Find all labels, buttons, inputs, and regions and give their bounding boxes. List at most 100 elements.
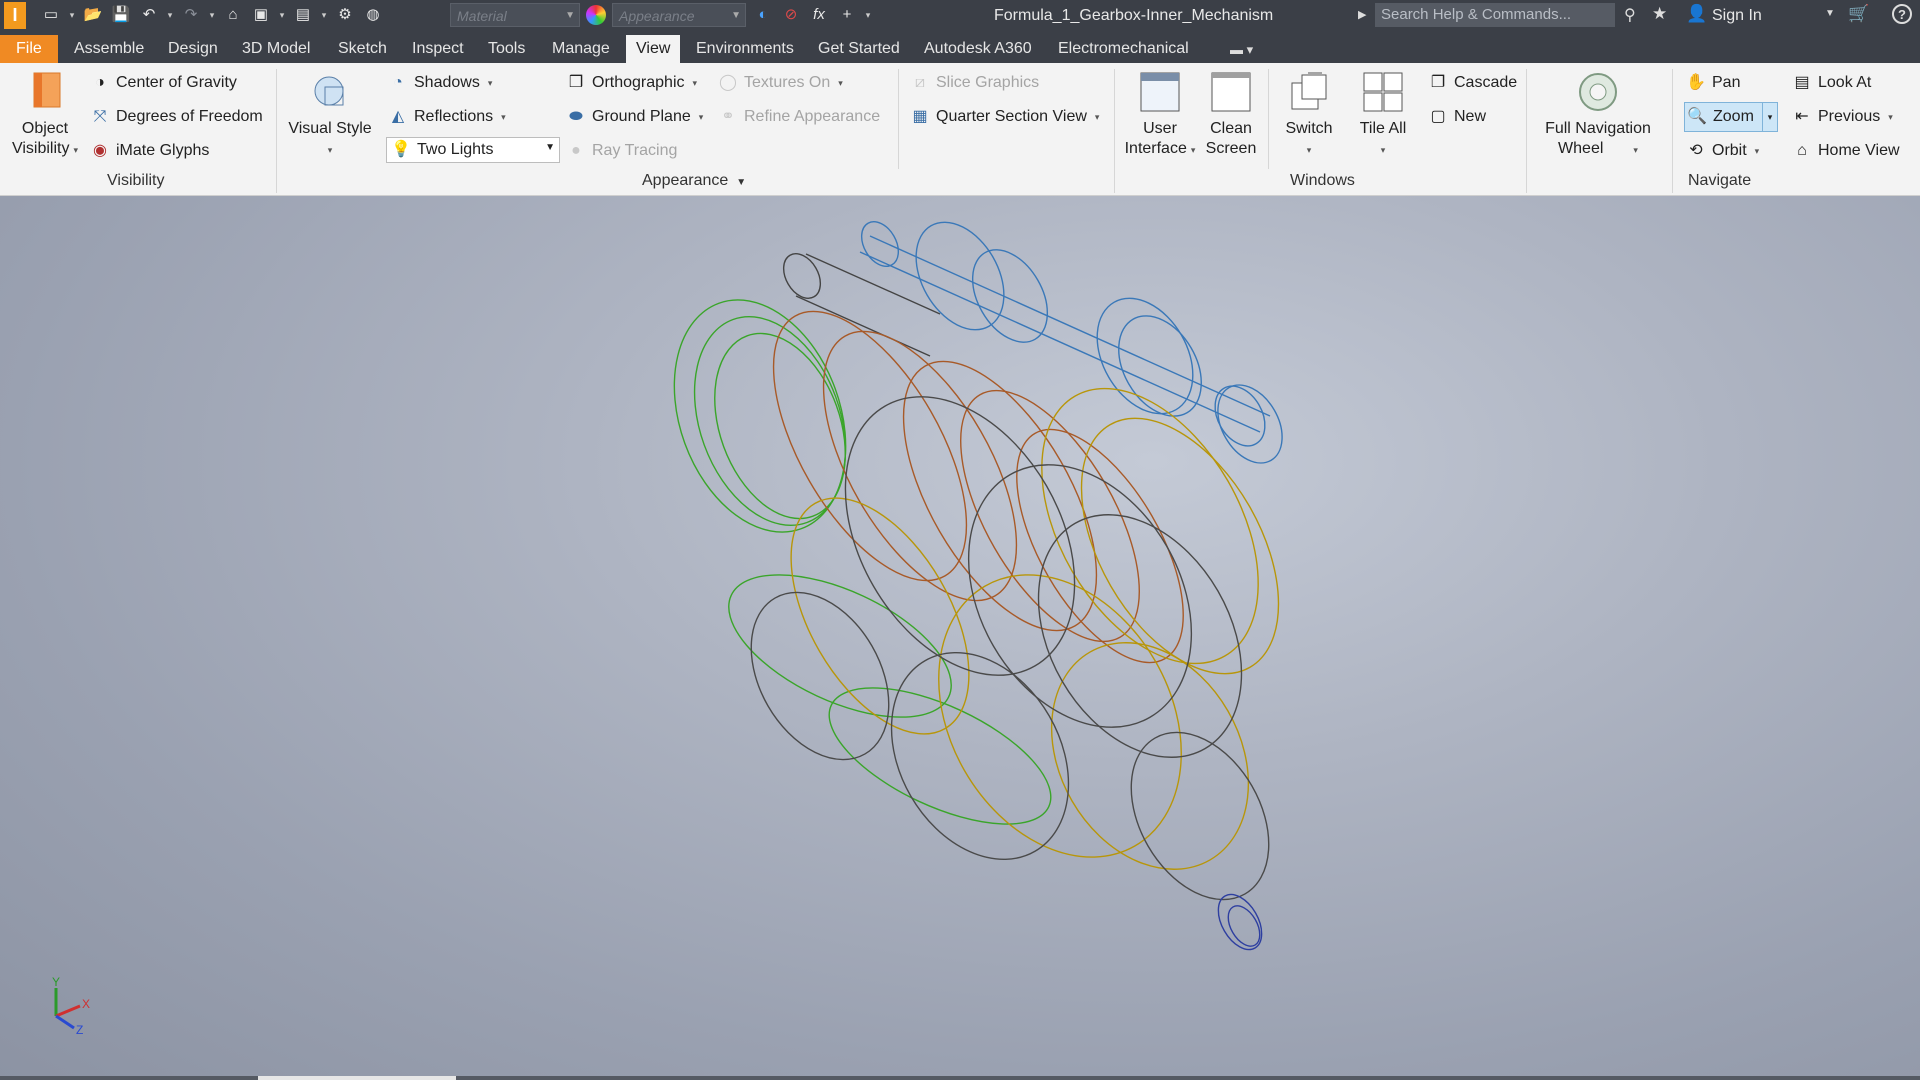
undo-dropdown-icon[interactable]: ▾ <box>166 5 174 25</box>
reflections-button[interactable]: ◭ Reflections ▾ <box>388 107 506 127</box>
orthographic-button[interactable]: ❒ Orthographic ▾ <box>566 73 697 93</box>
active-document-tab[interactable] <box>258 1076 456 1080</box>
group-divider <box>1114 69 1115 193</box>
center-of-gravity-button[interactable]: ◑ Center of Gravity <box>90 73 237 93</box>
lighting-style-value: Two Lights <box>417 141 494 158</box>
green-gear <box>673 299 1052 825</box>
graphics-viewport[interactable]: X Y Z <box>0 196 1920 1080</box>
x-axis-arrow <box>55 1004 81 1018</box>
save-icon[interactable]: 💾 <box>110 5 132 25</box>
update-icon[interactable]: ▣ <box>250 5 272 25</box>
help-icon[interactable]: ? <box>1892 4 1912 24</box>
ground-plane-button[interactable]: ⬬ Ground Plane ▾ <box>566 107 703 127</box>
tab-assemble[interactable]: Assemble <box>64 35 154 63</box>
ray-tracing-button[interactable]: ● Ray Tracing <box>566 141 677 161</box>
pan-button[interactable]: ✋ Pan <box>1686 73 1740 93</box>
open-icon[interactable]: 📂 <box>82 5 104 25</box>
star-icon[interactable]: ★ <box>1652 4 1667 24</box>
user-interface-button[interactable]: User Interface ▾ <box>1124 71 1196 160</box>
binoculars-icon[interactable]: ⚲ <box>1624 5 1636 25</box>
parameters-icon[interactable]: fx <box>808 5 830 25</box>
clear-appearance-icon[interactable]: ⊘ <box>780 5 802 25</box>
cascade-icon: ❐ <box>1430 74 1446 91</box>
update-dropdown-icon[interactable]: ▾ <box>278 5 286 25</box>
chevron-down-icon: ▼ <box>731 10 741 21</box>
new-file-icon[interactable]: ▭ <box>40 5 62 25</box>
home-view-button[interactable]: ⌂ Home View <box>1792 141 1899 161</box>
add-icon[interactable]: + <box>836 5 858 25</box>
tab-3d-model[interactable]: 3D Model <box>232 35 320 63</box>
tab-get-started[interactable]: Get Started <box>808 35 910 63</box>
full-navigation-wheel-button[interactable]: Full Navigation Wheel ▾ <box>1536 71 1660 160</box>
chevron-down-icon: ▾ <box>1190 145 1196 155</box>
select-dropdown-icon[interactable]: ▾ <box>320 5 328 25</box>
tab-file[interactable]: File <box>0 35 58 63</box>
material-placeholder: Material <box>457 8 507 24</box>
chevron-down-icon[interactable]: ▾ <box>1762 103 1777 131</box>
material-combo[interactable]: Material ▼ <box>450 3 580 27</box>
upper-tube <box>782 253 941 357</box>
shadows-button[interactable]: ◔ Shadows ▾ <box>388 73 492 93</box>
object-visibility-button[interactable]: Object Visibility ▾ <box>10 71 80 160</box>
expand-arrow-icon[interactable]: ▶ <box>1358 8 1366 21</box>
redo-icon[interactable]: ↷ <box>180 5 202 25</box>
select-icon[interactable]: ▤ <box>292 5 314 25</box>
tab-sketch[interactable]: Sketch <box>328 35 397 63</box>
navigation-wheel-label-1: Full Navigation <box>1545 120 1651 137</box>
user-interface-label-1: User <box>1143 120 1177 137</box>
tab-design[interactable]: Design <box>158 35 228 63</box>
shadows-icon: ◔ <box>393 74 403 91</box>
orbit-button[interactable]: ⟲ Orbit ▾ <box>1686 141 1759 161</box>
panel-toggle-icon[interactable]: ▬ ▾ <box>1230 42 1253 58</box>
gearbox-wireframe-model[interactable] <box>0 196 1920 1076</box>
degrees-of-freedom-button[interactable]: ⤧ Degrees of Freedom <box>90 107 263 127</box>
tab-electromechanical[interactable]: Electromechanical <box>1048 35 1199 63</box>
app-logo[interactable]: I <box>4 2 26 29</box>
search-input[interactable]: Search Help & Commands... <box>1375 3 1615 27</box>
appearance-combo[interactable]: Appearance ▼ <box>612 3 746 27</box>
tab-tools[interactable]: Tools <box>478 35 535 63</box>
output-bearing <box>1217 893 1263 951</box>
undo-icon[interactable]: ↶ <box>138 5 160 25</box>
tab-autodesk-a360[interactable]: Autodesk A360 <box>914 35 1042 63</box>
customize-dropdown-icon[interactable]: ▾ <box>864 5 872 25</box>
refine-appearance-button[interactable]: ⚭ Refine Appearance <box>718 107 880 127</box>
slice-graphics-button[interactable]: ⧄ Slice Graphics <box>910 73 1039 93</box>
zoom-button[interactable]: 🔍 Zoom ▾ <box>1684 102 1778 132</box>
tab-manage[interactable]: Manage <box>542 35 620 63</box>
user-icon: 👤 <box>1686 4 1708 23</box>
tab-inspect[interactable]: Inspect <box>402 35 474 63</box>
cascade-button[interactable]: ❐ Cascade <box>1428 73 1517 93</box>
previous-view-button[interactable]: ⇤ Previous ▾ <box>1792 107 1892 127</box>
chevron-down-icon: ▾ <box>698 111 704 122</box>
look-at-button[interactable]: ▤ Look At <box>1792 73 1871 93</box>
appearance-group-label[interactable]: Appearance ▼ <box>642 172 746 190</box>
visual-style-button[interactable]: Visual Style ▾ <box>288 71 372 160</box>
cart-icon[interactable]: 🛒 <box>1848 4 1869 24</box>
document-tabs-bar <box>0 1076 1920 1080</box>
reflections-icon: ◭ <box>391 108 405 125</box>
redo-dropdown-icon[interactable]: ▾ <box>208 5 216 25</box>
tab-view[interactable]: View <box>626 35 681 63</box>
clean-screen-button[interactable]: Clean Screen <box>1198 71 1264 159</box>
degrees-of-freedom-icon: ⤧ <box>93 108 107 125</box>
globe-icon[interactable]: ◍ <box>362 5 384 25</box>
chevron-down-icon[interactable]: ▼ <box>1825 8 1835 19</box>
quarter-section-view-button[interactable]: ▦ Quarter Section View ▾ <box>910 107 1099 127</box>
tile-all-button[interactable]: Tile All ▾ <box>1350 71 1416 160</box>
sign-in-button[interactable]: Sign In <box>1712 0 1762 31</box>
slice-graphics-icon: ⧄ <box>914 74 926 91</box>
ilogic-icon[interactable]: ⚙ <box>334 5 356 25</box>
adjust-appearance-icon[interactable]: ◐ <box>752 5 774 25</box>
new-window-button[interactable]: ▢ New <box>1428 107 1486 127</box>
tab-environments[interactable]: Environments <box>686 35 804 63</box>
switch-window-button[interactable]: Switch ▾ <box>1276 71 1342 160</box>
imate-glyphs-button[interactable]: ◉ iMate Glyphs <box>90 141 209 161</box>
textures-on-button[interactable]: ◯ Textures On ▾ <box>718 73 843 93</box>
imate-glyphs-icon: ◉ <box>93 142 107 159</box>
shadows-label: Shadows <box>414 74 480 91</box>
home-icon[interactable]: ⌂ <box>222 5 244 25</box>
new-dropdown-icon[interactable]: ▾ <box>68 5 76 25</box>
cascade-label: Cascade <box>1454 74 1518 91</box>
lighting-style-select[interactable]: 💡 Two Lights ▼ <box>386 137 560 163</box>
